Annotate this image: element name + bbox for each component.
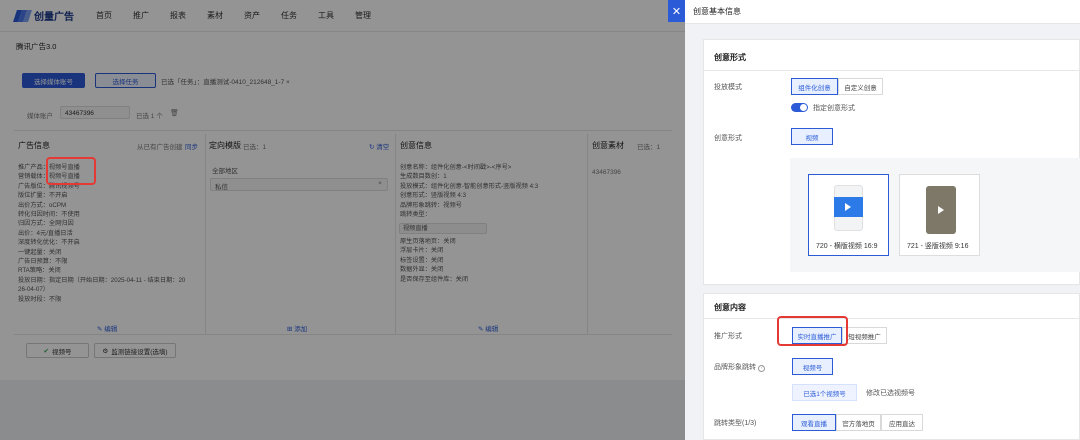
highlight-box [46,157,96,185]
question-circle-icon[interactable]: ? [757,365,765,372]
promo-short-video-button[interactable]: 短视频推广 [842,327,887,344]
specify-form-label: 指定创意形式 [813,105,855,112]
modal-overlay[interactable] [0,0,685,440]
jump-landing-page-button[interactable]: 官方落地页 [836,414,881,431]
mode-component-button[interactable]: 组件化创意 [791,78,838,95]
highlight-box [777,316,848,346]
close-icon[interactable]: ✕ [668,0,685,22]
specify-form-toggle[interactable] [791,103,808,112]
promo-form-label: 推广形式 [714,333,742,340]
jump-watch-live-button[interactable]: 观看直播 [792,414,836,431]
brand-video-button[interactable]: 视频号 [792,358,833,375]
creative-form-title: 创意形式 [714,53,746,62]
jump-app-direct-button[interactable]: 应用直达 [881,414,923,431]
selected-video-account: 已选1个视频号 [792,384,857,401]
video-thumbnail [926,186,956,234]
format-card-horizontal[interactable]: 720 - 横版视频 16:9 [808,174,889,256]
brand-jump-label: 品牌形象跳转 ? [714,362,765,372]
creative-form-label: 创意形式 [714,135,742,142]
creative-content-title: 创意内容 [714,303,746,312]
creative-content-card: 创意内容 推广形式 实时直播推广 短视频推广 品牌形象跳转 ? 视频号 已选1个… [703,293,1080,440]
edit-video-account-link[interactable]: 修改已选视频号 [866,388,915,398]
background-app: 创量广告 首页 推广 报表 素材 资产 任务 工具 管理 腾讯广告3.0 选择媒… [0,0,685,440]
format-card-vertical[interactable]: 721 - 竖版视频 9:16 [899,174,980,256]
creative-info-drawer: 创意基本信息 创意形式 投放模式 组件化创意 自定义创意 指定创意形式 创意形式… [685,0,1080,440]
video-thumbnail [834,197,863,217]
drawer-title: 创意基本信息 [685,0,1080,24]
delivery-mode-label: 投放模式 [714,84,742,91]
form-video-button[interactable]: 视频 [791,128,833,145]
mode-custom-button[interactable]: 自定义创意 [838,78,883,95]
jump-type-label: 跳转类型(1/3) [714,420,757,427]
